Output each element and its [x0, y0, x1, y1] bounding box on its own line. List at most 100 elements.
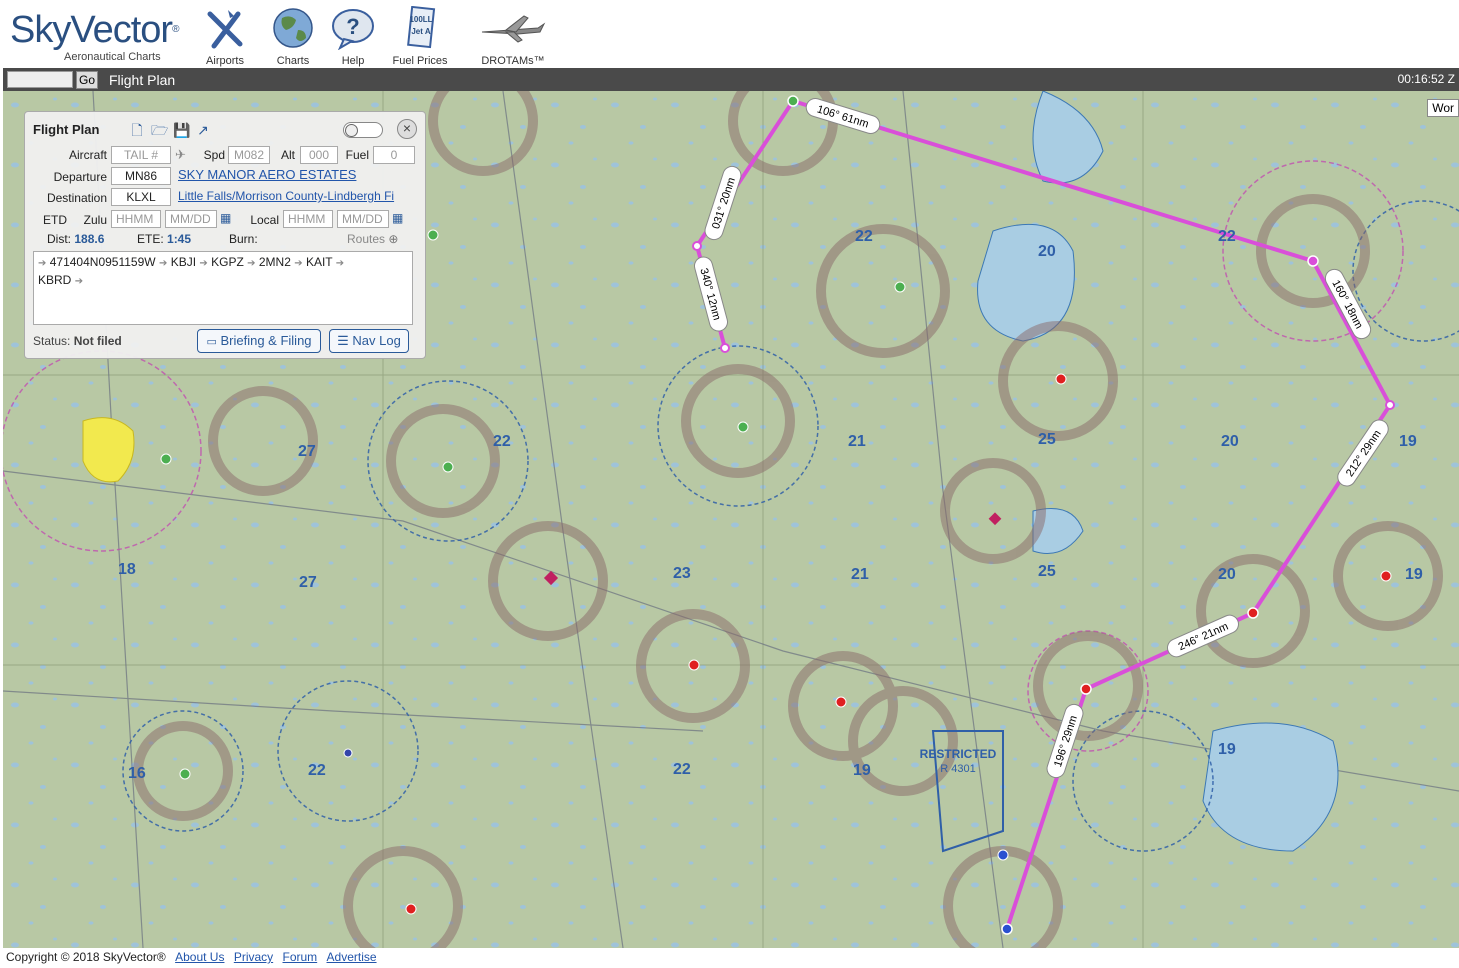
svg-text:19: 19	[1405, 566, 1423, 583]
destination-airport-link[interactable]: Little Falls/Morrison County-Lindbergh F…	[178, 189, 414, 203]
filing-status-value: Not filed	[73, 334, 122, 348]
waypoint-mn86	[720, 343, 730, 353]
waypoint-user	[692, 241, 702, 251]
svg-text:20: 20	[1221, 433, 1239, 450]
footer-link-advertise[interactable]: Advertise	[327, 950, 377, 964]
altitude-label: Alt	[280, 148, 295, 162]
svg-text:27: 27	[299, 574, 317, 591]
burn-label: Burn:	[229, 232, 258, 246]
svg-text:19: 19	[1399, 433, 1417, 450]
waypoint-2mn2	[1385, 400, 1395, 410]
tail-number-input[interactable]: TAIL #	[111, 146, 171, 164]
zulu-clock: 00:16:52 Z	[1397, 72, 1455, 86]
chevron-down-icon: ⊕	[388, 232, 399, 246]
briefing-filing-button[interactable]: ▭ Briefing & Filing	[197, 329, 321, 353]
aircraft-plane-icon[interactable]: ✈	[175, 147, 186, 163]
svg-text:21: 21	[851, 566, 869, 583]
svg-text:22: 22	[493, 433, 511, 450]
waypoint-kgpz	[1307, 255, 1319, 267]
ete-value: 1:45	[167, 232, 192, 246]
share-icon[interactable]: ↗	[195, 122, 211, 138]
nav-airports[interactable]: Airports	[190, 6, 260, 67]
route-waypoint: KAIT	[305, 255, 333, 269]
svg-text:100LL: 100LL	[409, 15, 432, 24]
zulu-date-input[interactable]: MM/DD	[165, 210, 217, 228]
nav-fuel-prices[interactable]: 100LL Jet A Fuel Prices	[385, 5, 455, 67]
brand-name: SkyVector	[10, 9, 173, 51]
footer-link-privacy[interactable]: Privacy	[234, 950, 273, 964]
nav-help[interactable]: ? Help	[318, 6, 388, 67]
svg-text:?: ?	[346, 14, 359, 39]
svg-text:25: 25	[1038, 563, 1056, 580]
distance-summary: Dist: 188.6	[47, 232, 105, 246]
fuel-label: Fuel	[345, 148, 369, 162]
destination-label: Destination	[46, 191, 107, 205]
brand-tagline: Aeronautical Charts	[64, 51, 161, 63]
close-icon[interactable]: ×	[397, 119, 417, 139]
nav-drotams[interactable]: DROTAMs™	[473, 6, 553, 67]
svg-text:19: 19	[1218, 741, 1236, 758]
destination-input[interactable]: KLXL	[111, 188, 171, 206]
footer-link-about[interactable]: About Us	[175, 950, 224, 964]
ete-summary: ETE: 1:45	[137, 232, 192, 246]
svg-text:22: 22	[308, 762, 326, 779]
list-icon: ☰	[337, 333, 349, 348]
charts-globe-icon	[273, 8, 313, 48]
airports-icon	[207, 10, 243, 49]
svg-text:20: 20	[1038, 243, 1056, 260]
filing-status: Status: Not filed	[33, 334, 122, 348]
fuel-input[interactable]: 0	[373, 146, 415, 164]
altitude-input[interactable]: 000	[300, 146, 338, 164]
waypoint-kbrd	[1080, 683, 1092, 695]
help-icon: ?	[332, 9, 374, 51]
route-waypoint: KBJI	[170, 255, 197, 269]
svg-text:18: 18	[118, 561, 136, 578]
zulu-time-input[interactable]: HHMM	[111, 210, 161, 228]
panel-mode-toggle[interactable]	[343, 122, 383, 138]
world-toggle-button[interactable]: Wor	[1427, 99, 1459, 117]
local-time-input[interactable]: HHMM	[283, 210, 333, 228]
local-date-input[interactable]: MM/DD	[337, 210, 389, 228]
route-waypoint: KBRD	[38, 273, 72, 287]
drone-icon	[481, 15, 546, 43]
search-input[interactable]	[7, 71, 73, 88]
svg-text:Jet A: Jet A	[411, 27, 430, 36]
zulu-calendar-icon[interactable]: ▦	[220, 211, 231, 225]
route-waypoint: KGPZ	[211, 255, 244, 269]
departure-airport-link[interactable]: SKY MANOR AERO ESTATES	[178, 167, 418, 182]
top-toolbar: Go Flight Plan 00:16:52 Z	[3, 68, 1459, 91]
route-waypoint: 471404N0951159W	[49, 255, 156, 269]
save-icon[interactable]: 💾	[173, 122, 190, 138]
skyvector-logo[interactable]: SkyVector® Aeronautical Charts	[10, 9, 180, 63]
svg-text:21: 21	[848, 433, 866, 450]
restricted-area-label: RESTRICTED	[920, 747, 997, 761]
aircraft-label: Aircraft	[68, 148, 107, 162]
zulu-label: Zulu	[83, 213, 107, 227]
speed-input[interactable]: M082	[228, 146, 270, 164]
svg-text:22: 22	[1218, 228, 1236, 245]
waypoint-kbji	[787, 95, 799, 107]
waypoint-klxl	[1001, 923, 1013, 935]
new-plan-icon[interactable]: 🗋	[129, 122, 145, 138]
fuel-prices-icon: 100LL Jet A	[407, 5, 436, 49]
open-folder-icon[interactable]: 🗁	[151, 122, 168, 138]
svg-text:20: 20	[1218, 566, 1236, 583]
route-waypoint: 2MN2	[258, 255, 291, 269]
svg-text:25: 25	[1038, 431, 1056, 448]
flight-plan-tab[interactable]: Flight Plan	[109, 72, 175, 88]
footer-link-forum[interactable]: Forum	[283, 950, 318, 964]
car-icon: ▭	[206, 336, 217, 348]
waypoint-kait	[1247, 607, 1259, 619]
flight-plan-title: Flight Plan	[33, 122, 100, 137]
nav-log-button[interactable]: ☰ Nav Log	[329, 329, 409, 353]
etd-label: ETD	[43, 213, 67, 227]
route-string-textarea[interactable]: ➔ 471404N0951159W ➔ KBJI ➔ KGPZ ➔ 2MN2 ➔…	[33, 251, 413, 325]
svg-text:22: 22	[855, 228, 873, 245]
speed-label: Spd	[203, 148, 225, 162]
go-button[interactable]: Go	[76, 71, 98, 89]
departure-label: Departure	[53, 170, 107, 184]
local-calendar-icon[interactable]: ▦	[392, 211, 403, 225]
departure-input[interactable]: MN86	[111, 167, 171, 185]
routes-dropdown[interactable]: Routes ⊕	[347, 232, 398, 246]
copyright-text: Copyright © 2018 SkyVector®	[6, 950, 166, 964]
